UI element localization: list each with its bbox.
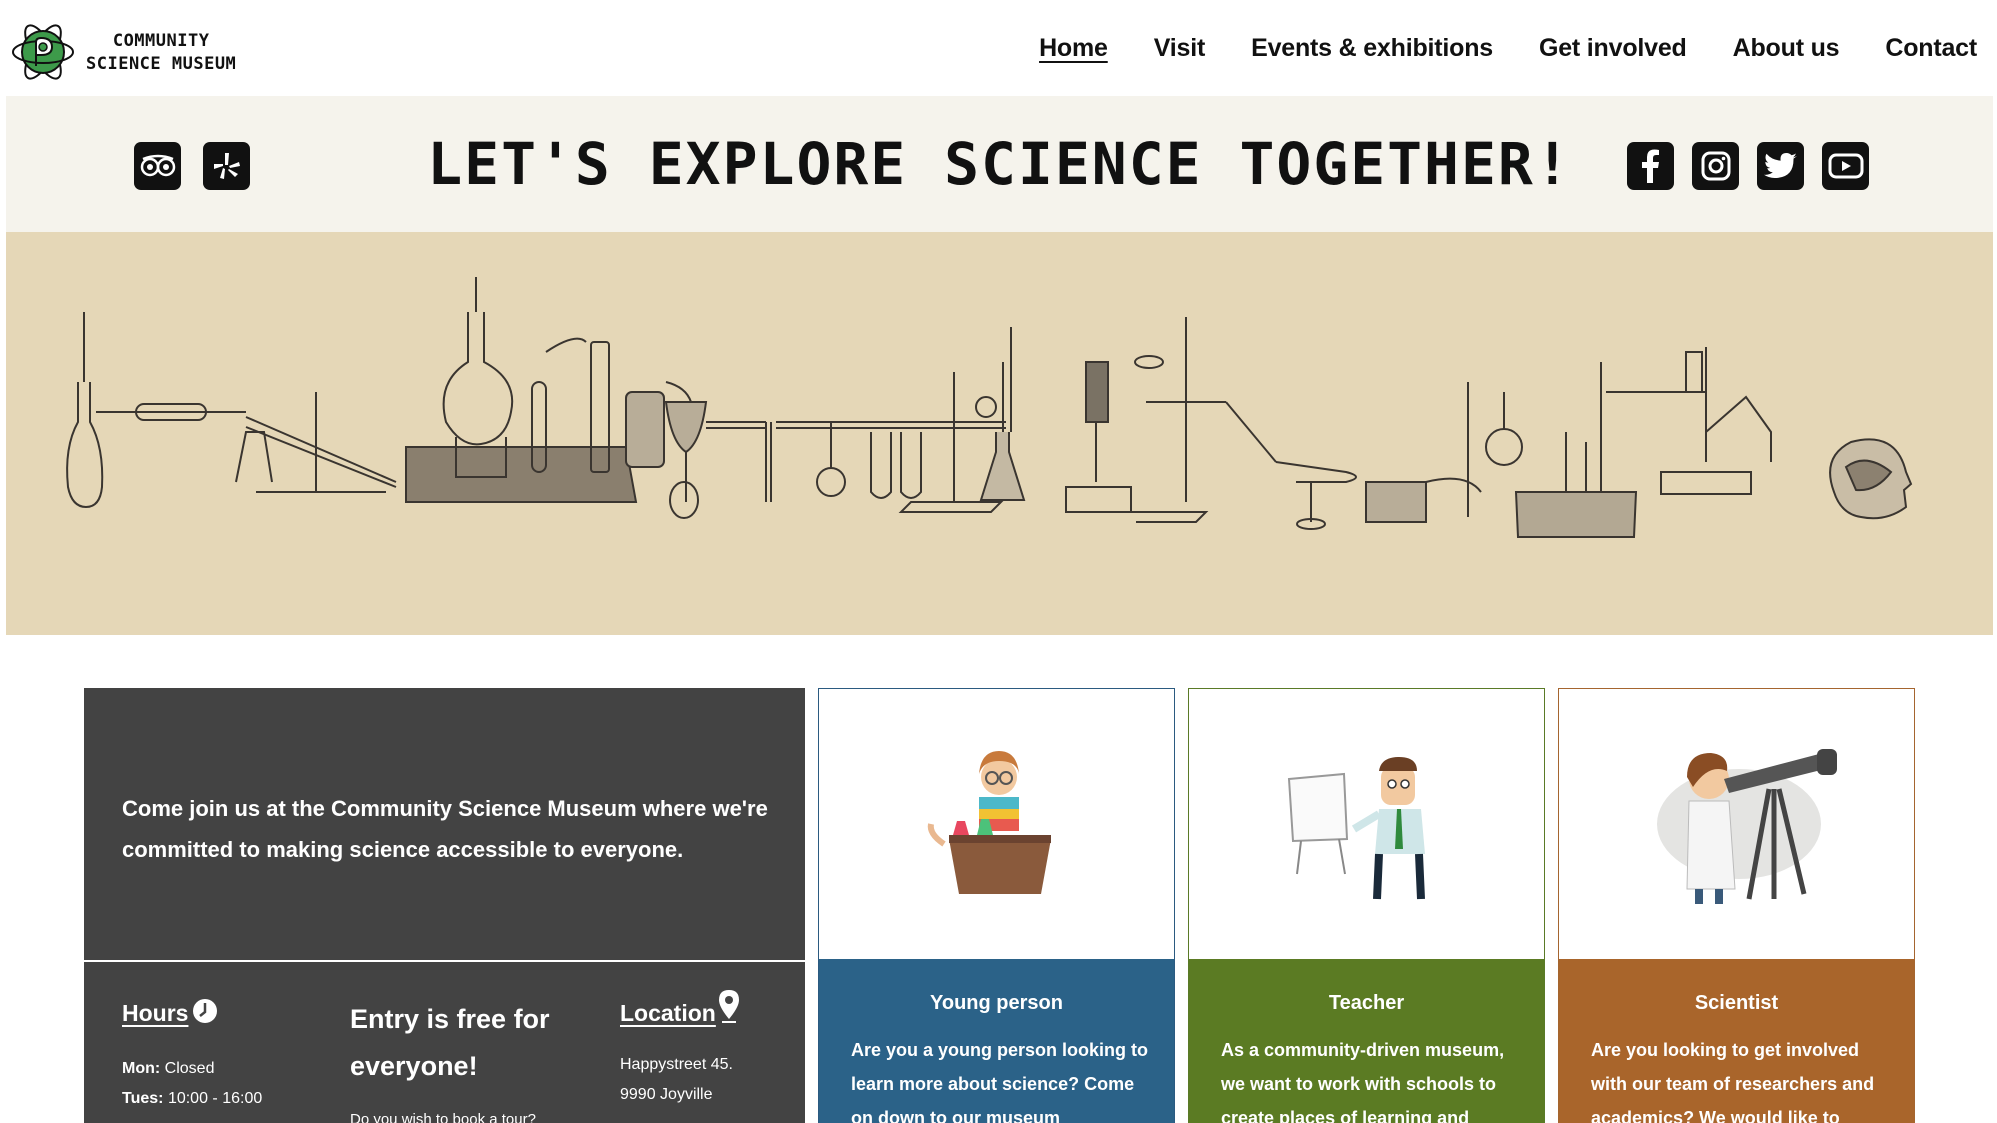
main-nav: Home Visit Events & exhibitions Get invo… xyxy=(1039,34,1977,63)
logo-atom-icon[interactable] xyxy=(10,16,76,88)
card-footer: Scientist Are you looking to get involve… xyxy=(1559,959,1914,1123)
scientist-illustration xyxy=(1559,689,1914,959)
lab-apparatus-image xyxy=(66,277,1913,538)
nav-events[interactable]: Events & exhibitions xyxy=(1251,34,1493,63)
youtube-icon[interactable] xyxy=(1822,142,1869,190)
social-links xyxy=(1627,142,1869,190)
nav-home[interactable]: Home xyxy=(1039,34,1108,63)
card-teacher[interactable]: Teacher As a community-driven museum, we… xyxy=(1188,688,1545,1123)
info-card: Hours Mon: Closed Tues: 10:00 - 16:00 En… xyxy=(84,962,805,1123)
card-title: Young person xyxy=(930,992,1063,1014)
hours-title[interactable]: Hours xyxy=(122,1000,188,1027)
logo-text[interactable]: COMMUNITY SCIENCE MUSEUM xyxy=(86,30,236,76)
free-entry-title: Entry is free for everyone! xyxy=(350,1004,550,1081)
nav-visit[interactable]: Visit xyxy=(1154,34,1206,63)
hours-time: 10:00 - 16:00 xyxy=(167,1090,263,1107)
logo-line-2: SCIENCE MUSEUM xyxy=(86,54,237,74)
card-description: As a community-driven museum, we want to… xyxy=(1221,1040,1505,1123)
card-footer: Young person Are you a young person look… xyxy=(819,959,1174,1123)
hours-time: Closed xyxy=(164,1060,215,1077)
card-title: Scientist xyxy=(1694,992,1779,1014)
hours-day: Tues: xyxy=(122,1090,164,1107)
facebook-icon[interactable] xyxy=(1627,142,1674,190)
young-person-illustration xyxy=(819,689,1174,959)
card-footer: Teacher As a community-driven museum, we… xyxy=(1189,959,1544,1123)
nav-contact[interactable]: Contact xyxy=(1885,34,1977,63)
address-line-2: 9990 Joyville xyxy=(620,1086,713,1103)
tour-text: Do you wish to book a tour? xyxy=(350,1111,536,1123)
card-scientist[interactable]: Scientist Are you looking to get involve… xyxy=(1558,688,1915,1123)
card-description: Are you a young person looking to learn … xyxy=(851,1040,1149,1123)
intro-card: Come join us at the Community Science Mu… xyxy=(84,688,805,960)
teacher-illustration xyxy=(1189,689,1544,959)
location-pin-icon xyxy=(719,990,739,1023)
hero-lab-illustration xyxy=(6,232,1993,635)
card-young-person[interactable]: Young person Are you a young person look… xyxy=(818,688,1175,1123)
card-description: Are you looking to get involved with our… xyxy=(1591,1040,1875,1123)
twitter-icon[interactable] xyxy=(1757,142,1804,190)
clock-icon xyxy=(193,999,217,1023)
nav-about[interactable]: About us xyxy=(1733,34,1840,63)
hours-day: Mon: xyxy=(122,1060,161,1077)
logo-line-1: COMMUNITY xyxy=(112,31,210,51)
site-header: COMMUNITY SCIENCE MUSEUM Home Visit Even… xyxy=(0,0,1997,96)
address-line-1: Happystreet 45. xyxy=(620,1056,733,1073)
banner: LET'S EXPLORE SCIENCE TOGETHER! xyxy=(6,96,1993,232)
hours-row-tue: Tues: 10:00 - 16:00 xyxy=(122,1090,262,1108)
intro-text: Come join us at the Community Science Mu… xyxy=(122,796,768,862)
location-title[interactable]: Location xyxy=(620,1000,716,1027)
nav-get-involved[interactable]: Get involved xyxy=(1539,34,1687,63)
instagram-icon[interactable] xyxy=(1692,142,1739,190)
hours-row-mon: Mon: Closed xyxy=(122,1060,214,1078)
card-title: Teacher xyxy=(1328,992,1405,1014)
